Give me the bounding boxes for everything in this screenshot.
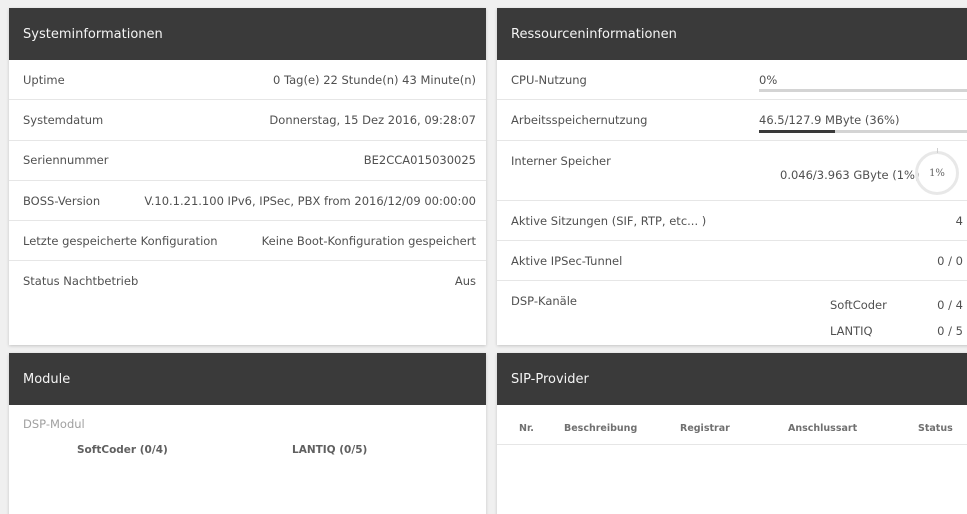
storage-label: Interner Speicher: [511, 154, 611, 168]
system-info-header: Systeminformationen: [9, 8, 486, 60]
sessions-value: 4: [955, 214, 963, 228]
col-anschlussart[interactable]: Anschlussart: [788, 423, 857, 434]
storage-row: Interner Speicher 0.046/3.963 GByte (1%)…: [497, 141, 967, 201]
uptime-value: 0 Tag(e) 22 Stunde(n) 43 Minute(n): [273, 72, 476, 87]
col-status[interactable]: Status: [918, 423, 953, 434]
night-mode-label: Status Nachtbetrieb: [23, 274, 139, 289]
sip-provider-panel: SIP-Provider Nr. Beschreibung Registrar …: [497, 353, 967, 514]
cpu-value: 0%: [759, 73, 778, 87]
ipsec-row: Aktive IPSec-Tunnel 0 / 0: [497, 241, 967, 281]
dsp-label: DSP-Kanäle: [511, 294, 577, 308]
col-registrar[interactable]: Registrar: [680, 423, 730, 434]
resource-info-header: Ressourceninformationen: [497, 8, 967, 60]
dsp-module-label: DSP-Modul: [23, 417, 85, 431]
night-mode-row: Status Nachtbetrieb Aus: [9, 261, 486, 301]
uptime-row: Uptime 0 Tag(e) 22 Stunde(n) 43 Minute(n…: [9, 60, 486, 101]
dsp-softcoder-name: SoftCoder: [830, 298, 887, 312]
module-panel: Module DSP-Modul SoftCoder (0/4) LANTIQ …: [9, 353, 486, 514]
night-mode-value: Aus: [454, 274, 476, 289]
cpu-label: CPU-Nutzung: [511, 73, 587, 87]
ram-progress-bar: [759, 130, 967, 133]
sessions-row: Aktive Sitzungen (SIF, RTP, etc... ) 4: [497, 201, 967, 241]
sessions-label: Aktive Sitzungen (SIF, RTP, etc... ): [511, 214, 707, 228]
sip-table-divider: [497, 444, 967, 445]
boss-version-value: V.10.1.21.100 IPv6, IPSec, PBX from 2016…: [144, 193, 476, 208]
col-nr[interactable]: Nr.: [519, 423, 534, 434]
ram-label: Arbeitsspeichernutzung: [511, 113, 648, 127]
system-date-value: Donnerstag, 15 Dez 2016, 09:28:07: [269, 112, 476, 127]
last-config-value: Keine Boot-Konfiguration gespeichert: [261, 233, 476, 248]
ram-row: Arbeitsspeichernutzung 46.5/127.9 MByte …: [497, 100, 967, 141]
last-config-label: Letzte gespeicherte Konfiguration: [23, 233, 218, 248]
serial-number-value: BE2CCA015030025: [363, 153, 476, 168]
cpu-progress-bar: [759, 89, 967, 92]
ram-progress-fill: [759, 130, 835, 133]
serial-number-label: Seriennummer: [23, 153, 109, 168]
system-date-label: Systemdatum: [23, 112, 104, 127]
dsp-lantiq-name: LANTIQ: [830, 324, 873, 338]
storage-usage-ring: 1%: [915, 148, 959, 195]
ipsec-label: Aktive IPSec-Tunnel: [511, 254, 623, 268]
ring-marker: [937, 148, 938, 153]
module-title: Module: [23, 371, 71, 387]
dsp-softcoder-value: 0 / 4: [937, 298, 963, 312]
ram-value: 46.5/127.9 MByte (36%): [759, 113, 900, 127]
module-lantiq: LANTIQ (0/5): [292, 444, 368, 456]
storage-value: 0.046/3.963 GByte (1%): [780, 168, 920, 182]
sip-provider-header: SIP-Provider: [497, 353, 967, 405]
system-info-panel: Systeminformationen Uptime 0 Tag(e) 22 S…: [9, 8, 486, 345]
system-info-title: Systeminformationen: [23, 26, 163, 42]
uptime-label: Uptime: [23, 72, 65, 87]
system-date-row: Systemdatum Donnerstag, 15 Dez 2016, 09:…: [9, 100, 486, 141]
dsp-row: DSP-Kanäle SoftCoder 0 / 4 LANTIQ 0 / 5: [497, 281, 967, 345]
module-header: Module: [9, 353, 486, 405]
module-softcoder: SoftCoder (0/4): [77, 444, 168, 456]
resource-info-title: Ressourceninformationen: [511, 26, 677, 42]
storage-ring-text: 1%: [929, 167, 945, 179]
last-config-row: Letzte gespeicherte Konfiguration Keine …: [9, 221, 486, 262]
boss-version-label: BOSS-Version: [23, 193, 101, 208]
boss-version-row: BOSS-Version V.10.1.21.100 IPv6, IPSec, …: [9, 181, 486, 222]
dsp-lantiq-value: 0 / 5: [937, 324, 963, 338]
resource-info-panel: Ressourceninformationen CPU-Nutzung 0% A…: [497, 8, 967, 345]
ipsec-value: 0 / 0: [937, 254, 963, 268]
col-beschreibung[interactable]: Beschreibung: [564, 423, 637, 434]
serial-number-row: Seriennummer BE2CCA015030025: [9, 141, 486, 181]
sip-provider-title: SIP-Provider: [511, 371, 589, 387]
cpu-row: CPU-Nutzung 0%: [497, 60, 967, 100]
